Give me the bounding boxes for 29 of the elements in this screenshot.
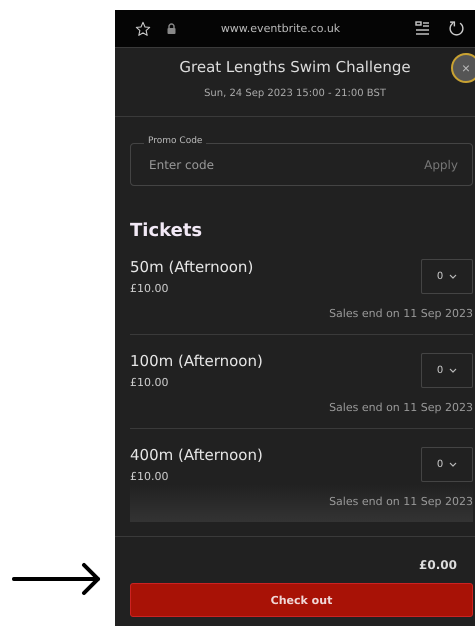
- tickets-heading: Tickets: [130, 220, 204, 241]
- lock-icon: [167, 23, 176, 34]
- close-button[interactable]: ×: [451, 53, 475, 83]
- ticket-price: £10.00: [130, 470, 170, 483]
- ticket-name: 400m (Afternoon): [130, 446, 263, 464]
- checkout-button[interactable]: Check out: [130, 583, 473, 617]
- sales-end-text: Sales end on 11 Sep 2023: [329, 495, 473, 508]
- sales-end-text: Sales end on 11 Sep 2023: [329, 401, 473, 414]
- ticket-price: £10.00: [130, 282, 170, 295]
- promo-code-field[interactable]: Enter code Apply: [130, 143, 473, 186]
- event-date: Sun, 24 Sep 2023 15:00 - 21:00 BST: [204, 88, 386, 99]
- reload-icon[interactable]: [448, 20, 465, 37]
- chevron-down-icon: [449, 368, 458, 373]
- event-title: Great Lengths Swim Challenge: [179, 58, 411, 76]
- reader-icon[interactable]: [415, 21, 430, 36]
- apply-link[interactable]: Apply: [424, 158, 458, 172]
- sales-end-text: Sales end on 11 Sep 2023: [329, 307, 473, 320]
- quantity-dropdown[interactable]: 0: [421, 447, 473, 482]
- chevron-down-icon: [449, 274, 458, 279]
- promo-code-label: Promo Code: [144, 136, 206, 146]
- ticket-name: 50m (Afternoon): [130, 258, 254, 276]
- quantity-dropdown[interactable]: 0: [421, 353, 473, 388]
- url-text[interactable]: www.eventbrite.co.uk: [186, 22, 405, 35]
- total-price: £0.00: [419, 558, 457, 572]
- ticket-name: 100m (Afternoon): [130, 352, 263, 370]
- quantity-dropdown[interactable]: 0: [421, 259, 473, 294]
- ticket-price: £10.00: [130, 376, 170, 389]
- star-icon[interactable]: [135, 20, 151, 36]
- chevron-down-icon: [449, 462, 458, 467]
